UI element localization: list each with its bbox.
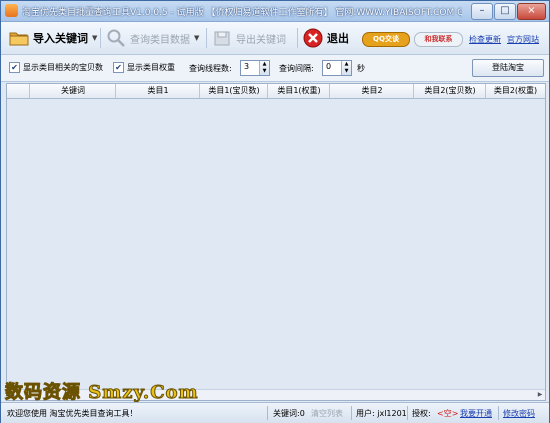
show-weight-checkbox[interactable]: ✔ 显示类目权重 [113, 62, 175, 73]
spin-arrows-icon[interactable]: ▲ ▼ [341, 61, 351, 75]
query-category-label: 查询类目数据 [130, 34, 190, 46]
interval-value: 0 [326, 62, 332, 71]
column-header[interactable]: 类目1 [115, 84, 200, 98]
change-password-link[interactable]: 修改密码 [503, 408, 535, 419]
check-update-link[interactable]: 检查更新 [469, 34, 501, 45]
minimize-button[interactable]: – [471, 3, 493, 20]
watermark: 数码资源 Smzy.Com [5, 382, 199, 404]
options-bar: ✔ 显示类目相关的宝贝数 ✔ 显示类目权重 查询线程数: 3 ▲ ▼ 查询间隔: … [1, 55, 549, 82]
auth-label: 授权: [412, 409, 431, 418]
column-header[interactable]: 类目2(宝贝数) [413, 84, 486, 98]
chevron-down-icon: ▼ [92, 34, 98, 42]
export-keywords-button[interactable]: 导出关键词 [212, 26, 286, 50]
threads-value: 3 [244, 62, 250, 71]
folder-icon [9, 32, 29, 46]
threads-stepper[interactable]: 3 ▲ ▼ [240, 60, 270, 76]
show-weight-label: 显示类目权重 [127, 63, 175, 72]
column-header[interactable]: 类目2 [329, 84, 414, 98]
show-count-checkbox[interactable]: ✔ 显示类目相关的宝贝数 [9, 62, 103, 73]
qq-chat-badge[interactable]: QQ交谈 [362, 32, 410, 47]
welcome-text: 欢迎您使用 淘宝优先类目查询工具！ [7, 409, 138, 418]
official-site-link[interactable]: 官方网站 [507, 34, 539, 45]
window-title: 淘宝优先类目批量查询工具V1.0.0.5 - 试用版 【侨权归易道软件工作室所有… [22, 8, 462, 18]
status-divider [498, 406, 499, 420]
threads-label: 查询线程数: [189, 64, 232, 73]
interval-stepper[interactable]: 0 ▲ ▼ [322, 60, 352, 76]
status-divider [267, 406, 268, 420]
user-info: 用户: jxl1201 [356, 409, 407, 418]
scroll-right-icon[interactable]: ▶ [535, 390, 545, 400]
toolbar-separator [297, 28, 298, 48]
maximize-button[interactable]: □ [494, 3, 516, 20]
main-window: 淘宝优先类目批量查询工具V1.0.0.5 - 试用版 【侨权归易道软件工作室所有… [0, 0, 550, 423]
clear-list-button[interactable]: 清空列表 [311, 408, 343, 419]
status-bar: 欢迎您使用 淘宝优先类目查询工具！ 关键词:0 清空列表 用户: jxl1201… [1, 402, 549, 423]
status-divider [407, 406, 408, 420]
toolbar-separator [206, 28, 207, 48]
checkmark-icon: ✔ [113, 62, 124, 73]
export-icon [214, 31, 230, 46]
results-table[interactable]: 关键词 类目1 类目1(宝贝数) 类目1(权重) 类目2 类目2(宝贝数) 类目… [6, 83, 546, 401]
toolbar: 导入关键词 ▼ 查询类目数据 ▼ 导出关键词 退出 QQ交谈 和我联系 检查更新… [1, 22, 549, 55]
status-divider [351, 406, 352, 420]
row-indicator-header [7, 84, 29, 98]
title-bar: 淘宝优先类目批量查询工具V1.0.0.5 - 试用版 【侨权归易道软件工作室所有… [1, 1, 549, 22]
toolbar-separator [100, 28, 101, 48]
interval-label: 查询间隔: [279, 64, 314, 73]
table-header: 关键词 类目1 类目1(宝贝数) 类目1(权重) 类目2 类目2(宝贝数) 类目… [7, 84, 545, 99]
close-button[interactable]: × [517, 3, 546, 20]
checkmark-icon: ✔ [9, 62, 20, 73]
column-header[interactable]: 类目1(宝贝数) [199, 84, 268, 98]
spin-arrows-icon[interactable]: ▲ ▼ [259, 61, 269, 75]
chevron-down-icon: ▼ [194, 34, 200, 42]
import-keywords-label: 导入关键词 [33, 32, 88, 45]
open-now-link[interactable]: 我要开通 [460, 408, 492, 419]
column-header[interactable]: 关键词 [29, 84, 116, 98]
app-icon [5, 4, 18, 17]
stop-icon [303, 28, 323, 48]
import-keywords-button[interactable]: 导入关键词 ▼ [9, 26, 97, 50]
keyword-count: 关键词:0 [273, 409, 305, 418]
auth-value: <空> [437, 409, 459, 418]
column-header[interactable]: 类目2(权重) [485, 84, 545, 98]
show-count-label: 显示类目相关的宝贝数 [23, 63, 103, 72]
query-category-button[interactable]: 查询类目数据 ▼ [106, 26, 199, 50]
search-icon [107, 29, 125, 47]
seconds-label: 秒 [357, 64, 365, 73]
column-header[interactable]: 类目1(权重) [267, 84, 330, 98]
export-keywords-label: 导出关键词 [236, 34, 286, 46]
contact-me-badge[interactable]: 和我联系 [414, 32, 463, 47]
exit-label: 退出 [327, 32, 349, 45]
exit-button[interactable]: 退出 [303, 26, 349, 50]
login-taobao-button[interactable]: 登陆淘宝 [472, 59, 544, 77]
